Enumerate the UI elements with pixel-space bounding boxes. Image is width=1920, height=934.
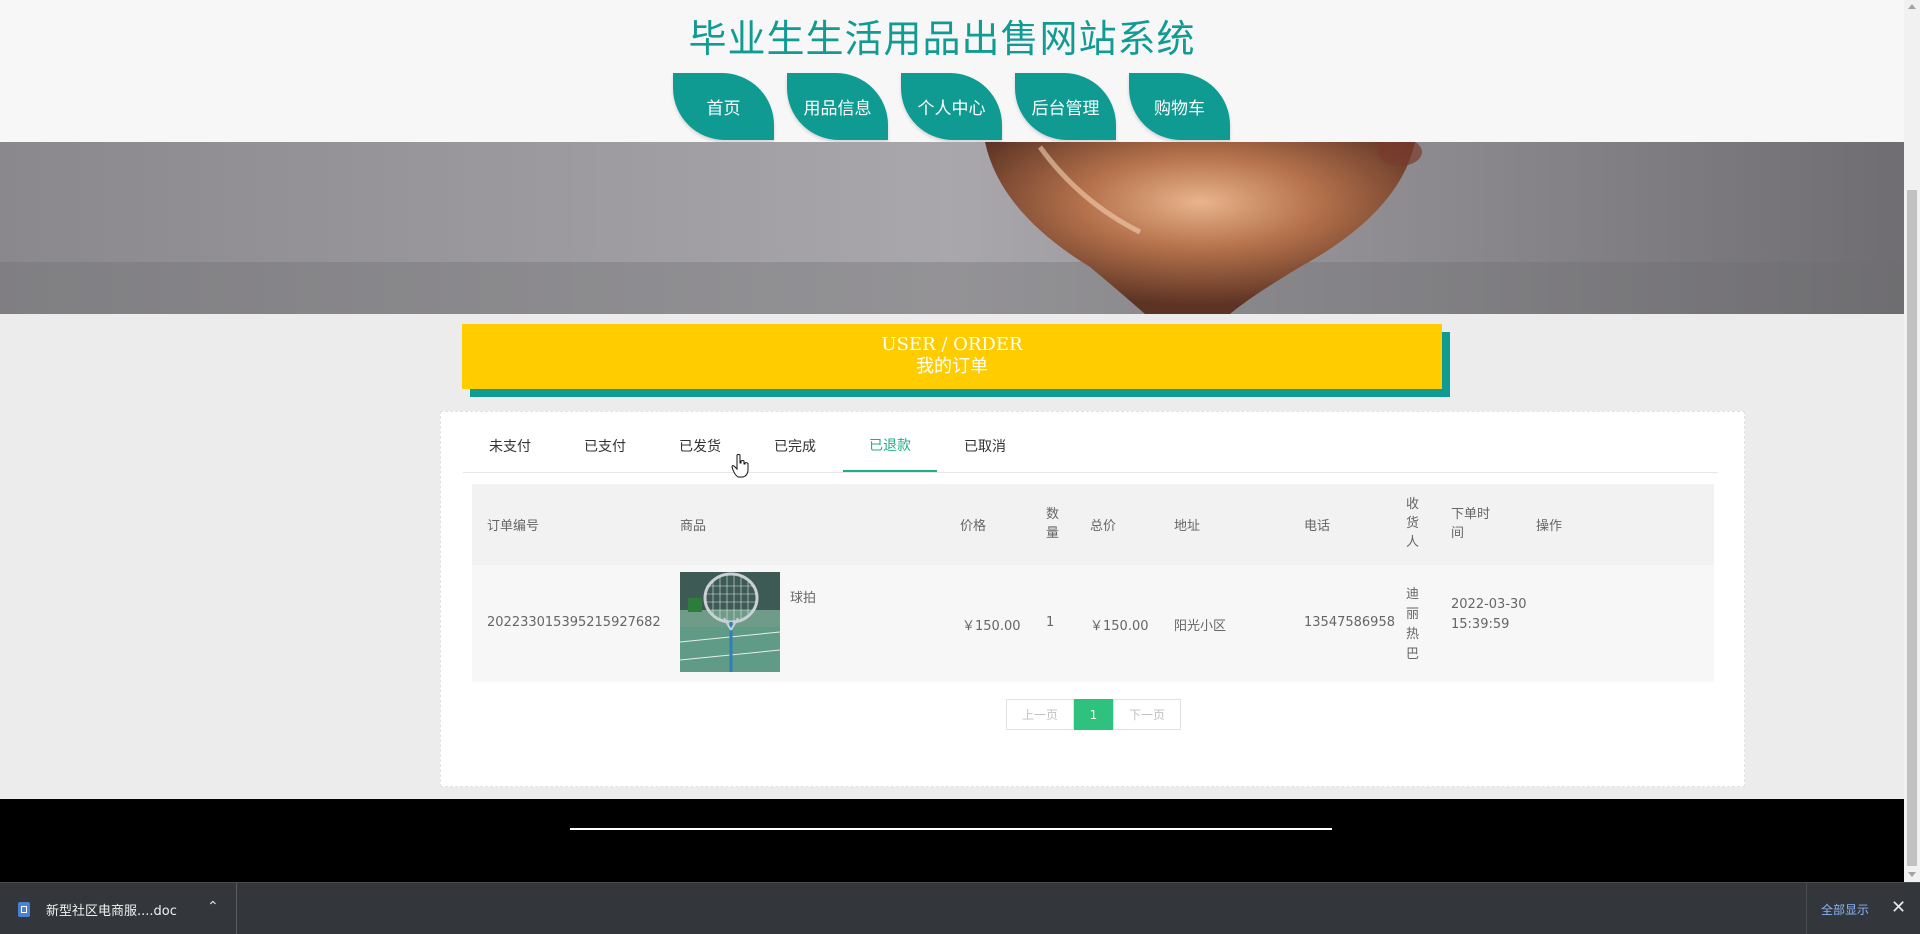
orders-table: 订单编号 商品 价格 数量 总价 地址 电话 收货人 下单时间 操作 20223… — [472, 484, 1714, 682]
cell-total: ￥150.00 — [1090, 619, 1149, 634]
nav-admin[interactable]: 后台管理 — [1015, 73, 1116, 140]
header-order-no: 订单编号 — [487, 519, 540, 534]
order-section-title: USER / ORDER 我的订单 — [462, 324, 1442, 389]
cell-phone: 13547586958 — [1304, 615, 1395, 630]
header-qty: 数量 — [1046, 507, 1060, 541]
tab-completed[interactable]: 已完成 — [748, 420, 842, 471]
header-price: 价格 — [960, 519, 987, 534]
tab-cancelled[interactable]: 已取消 — [938, 420, 1032, 471]
main-nav: 首页 用品信息 个人中心 后台管理 购物车 — [673, 73, 1230, 140]
banner-image — [0, 142, 1904, 314]
product-image[interactable] — [679, 572, 781, 672]
page: 毕业生生活用品出售网站系统 首页 用品信息 个人中心 后台管理 购物车 USER… — [0, 0, 1920, 934]
scroll-down-arrow-icon[interactable] — [1908, 872, 1916, 877]
trophy-banner-image — [0, 142, 1904, 314]
cell-qty: 1 — [1046, 615, 1055, 630]
download-file-name[interactable]: 新型社区电商服....doc — [46, 900, 177, 919]
site-footer — [0, 799, 1904, 882]
show-all-downloads-button[interactable]: 全部显示 — [1806, 883, 1883, 934]
scroll-up-arrow-icon[interactable] — [1908, 4, 1916, 9]
cell-receiver: 迪丽热巴 — [1406, 587, 1420, 662]
site-header: 毕业生生活用品出售网站系统 首页 用品信息 个人中心 后台管理 购物车 — [0, 0, 1904, 142]
hand-cursor-icon — [731, 454, 749, 478]
nav-personal-center[interactable]: 个人中心 — [901, 73, 1002, 140]
badminton-racket-image — [679, 572, 781, 672]
word-document-icon — [18, 901, 30, 917]
close-icon[interactable]: ✕ — [1891, 897, 1906, 918]
cell-order-time: 2022-03-30 15:39:59 — [1451, 597, 1527, 632]
cell-price: ￥150.00 — [962, 619, 1021, 634]
prev-page-button[interactable]: 上一页 — [1006, 699, 1074, 730]
header-order-time: 下单时间 — [1451, 507, 1491, 541]
download-item[interactable]: 新型社区电商服....doc ⌃ — [0, 883, 237, 934]
header-product: 商品 — [680, 519, 707, 534]
order-status-tabs: 未支付 已支付 已发货 已完成 已退款 已取消 — [463, 420, 1718, 473]
nav-products[interactable]: 用品信息 — [787, 73, 888, 140]
next-page-button[interactable]: 下一页 — [1113, 699, 1181, 730]
nav-home[interactable]: 首页 — [673, 73, 774, 140]
tab-unpaid[interactable]: 未支付 — [463, 420, 557, 471]
header-receiver: 收货人 — [1406, 497, 1420, 550]
order-title-cn: 我的订单 — [916, 356, 988, 377]
header-address: 地址 — [1174, 519, 1201, 534]
order-title-en: USER / ORDER — [881, 334, 1023, 355]
nav-cart[interactable]: 购物车 — [1129, 73, 1230, 140]
tab-refunded[interactable]: 已退款 — [843, 420, 937, 472]
cell-product-name: 球拍 — [790, 591, 817, 606]
orders-panel: 未支付 已支付 已发货 已完成 已退款 已取消 订单编号 商品 价格 数量 总价… — [440, 411, 1745, 787]
cell-order-no: 202233015395215927682 — [487, 615, 661, 630]
footer-divider — [570, 828, 1332, 830]
cell-address: 阳光小区 — [1174, 619, 1227, 634]
download-bar: 新型社区电商服....doc ⌃ 全部显示 ✕ — [0, 882, 1920, 934]
chevron-up-icon[interactable]: ⌃ — [207, 899, 219, 915]
pagination: 上一页 1 下一页 — [1006, 699, 1181, 730]
page-1-button[interactable]: 1 — [1074, 699, 1113, 730]
header-action: 操作 — [1536, 519, 1563, 534]
table-row: 202233015395215927682 球拍 ￥150.00 1 ￥150.… — [472, 565, 1714, 682]
tab-paid[interactable]: 已支付 — [558, 420, 652, 471]
page-scrollbar[interactable] — [1904, 0, 1920, 882]
header-total: 总价 — [1090, 519, 1117, 534]
scroll-thumb[interactable] — [1907, 190, 1917, 866]
header-phone: 电话 — [1304, 519, 1331, 534]
table-header-row: 订单编号 商品 价格 数量 总价 地址 电话 收货人 下单时间 操作 — [472, 484, 1714, 565]
site-title: 毕业生生活用品出售网站系统 — [688, 17, 1196, 61]
